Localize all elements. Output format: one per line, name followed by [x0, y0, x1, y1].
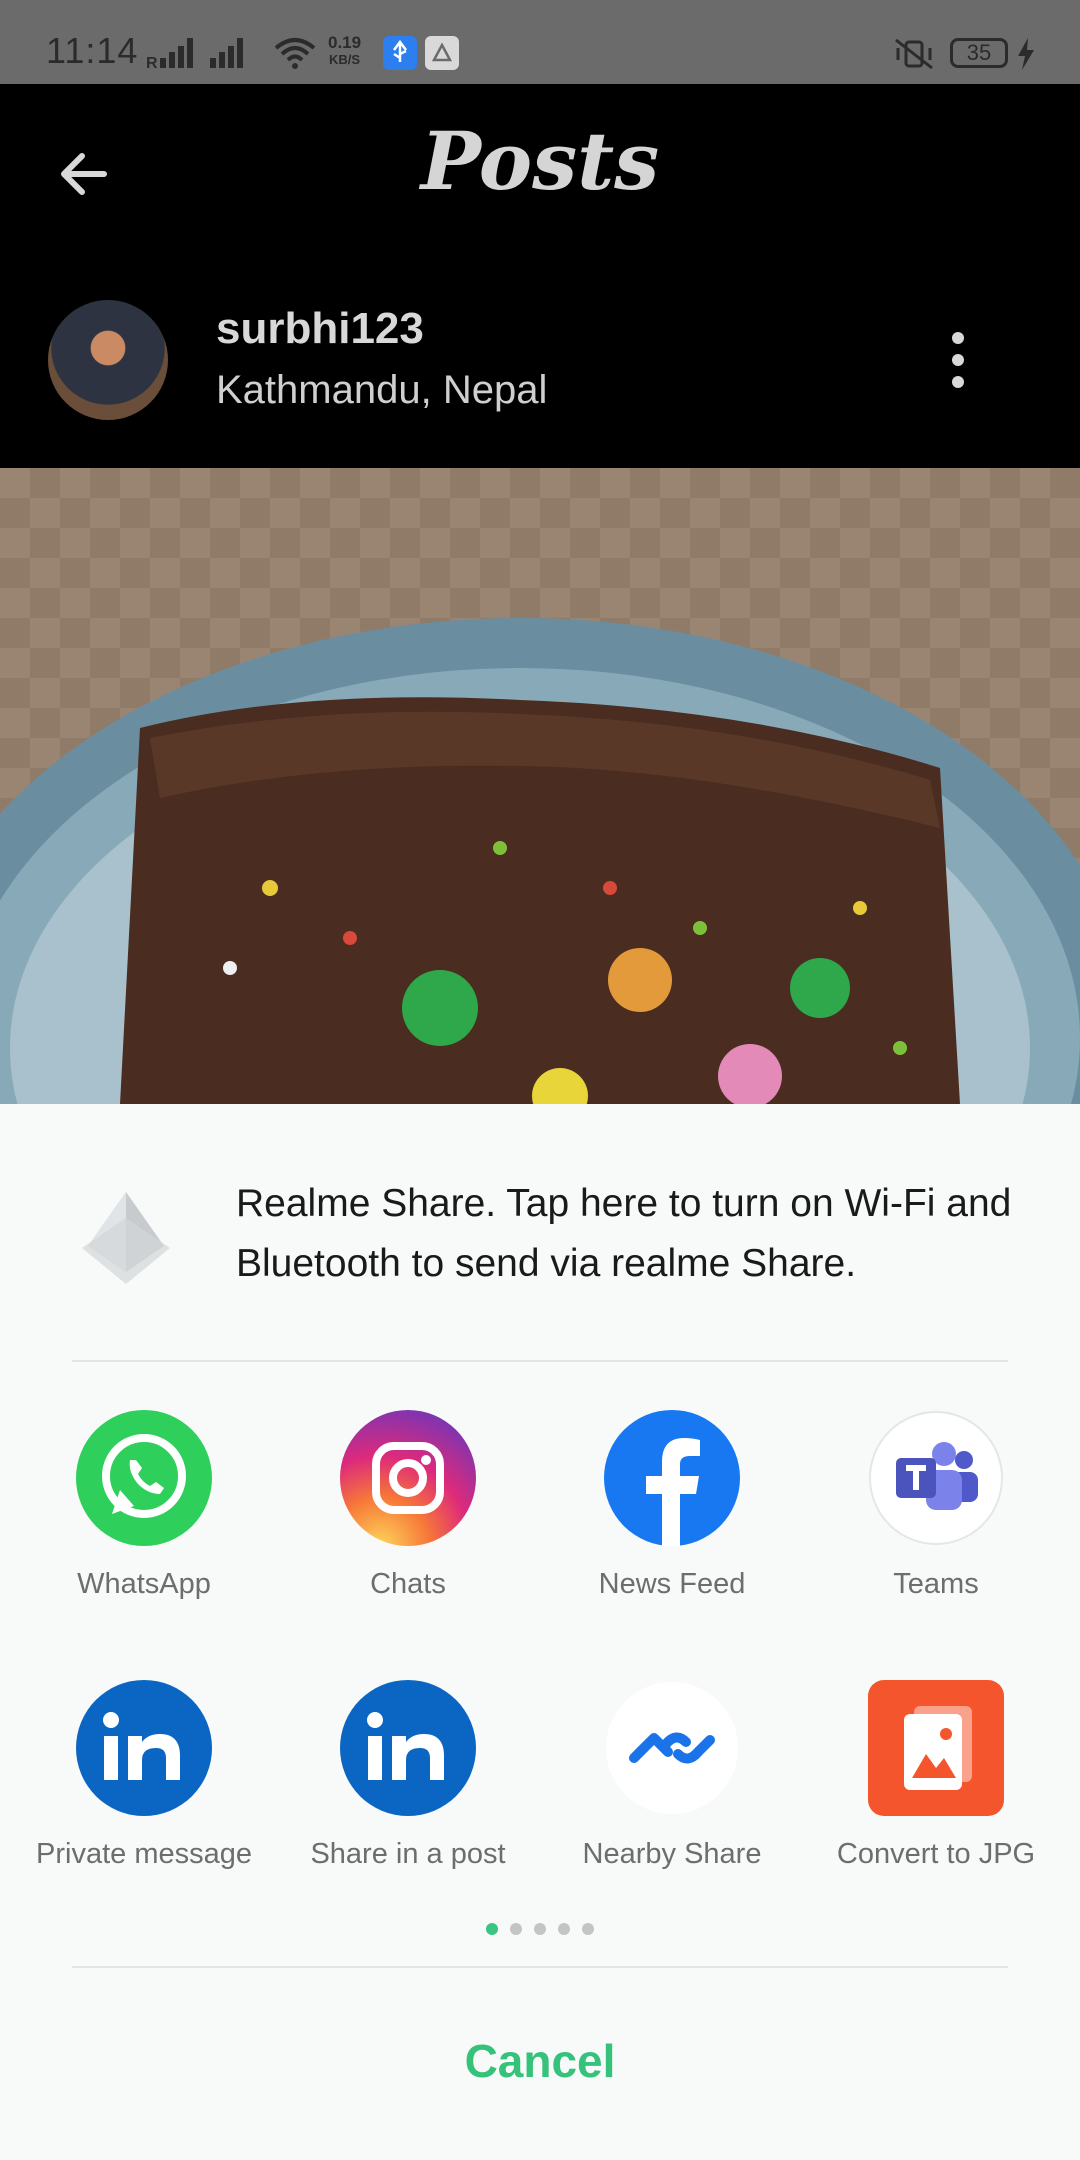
status-bar: 11:14 R 0.19 KB/S 35 [0, 0, 1080, 84]
page-title: Posts [420, 114, 660, 208]
page-dot [582, 1923, 594, 1935]
app-label: Share in a post [310, 1838, 506, 1870]
page-dot-active [486, 1923, 498, 1935]
status-time: 11:14 [46, 30, 139, 71]
app-label: News Feed [598, 1568, 746, 1600]
network-speed: 0.19 KB/S [328, 33, 362, 67]
drive-icon [425, 36, 459, 70]
share-linkedin-private-message[interactable]: Private message [12, 1680, 276, 1871]
share-instagram-chats[interactable]: Chats [276, 1410, 540, 1601]
app-label: Private message [36, 1838, 252, 1870]
divider [72, 1360, 1008, 1362]
whatsapp-icon [76, 1410, 212, 1546]
post-image [0, 468, 1080, 1104]
share-facebook-news-feed[interactable]: News Feed [540, 1410, 804, 1601]
cancel-button[interactable]: Cancel [0, 2034, 1080, 2088]
instagram-icon [340, 1410, 476, 1546]
more-options-icon[interactable] [946, 332, 970, 392]
post-header: Posts surbhi123 Kathmandu, Nepal [0, 84, 1080, 468]
share-convert-to-jpg[interactable]: Convert to JPG [804, 1680, 1068, 1871]
post-location: Kathmandu, Nepal [216, 368, 548, 412]
share-nearby-share[interactable]: Nearby Share [540, 1680, 804, 1871]
linkedin-icon [340, 1680, 476, 1816]
avatar[interactable] [48, 300, 168, 420]
post-username[interactable]: surbhi123 [216, 304, 424, 354]
charging-icon [1018, 38, 1034, 70]
app-label: Chats [370, 1568, 446, 1600]
share-whatsapp[interactable]: WhatsApp [12, 1410, 276, 1601]
app-label: WhatsApp [77, 1568, 211, 1600]
realme-share-icon [82, 1192, 170, 1284]
app-label: Teams [893, 1568, 979, 1600]
realme-share-text: Realme Share. Tap here to turn on Wi-Fi … [236, 1182, 1012, 1285]
page-dot [510, 1923, 522, 1935]
share-teams[interactable]: Teams [804, 1410, 1068, 1601]
app-label: Convert to JPG [836, 1838, 1036, 1870]
divider [72, 1966, 1008, 1968]
usb-icon [383, 36, 417, 70]
share-sheet: Realme Share. Tap here to turn on Wi-Fi … [0, 1104, 1080, 2160]
teams-icon [868, 1410, 1004, 1546]
app-label: Nearby Share [582, 1838, 762, 1870]
share-linkedin-post[interactable]: Share in a post [276, 1680, 540, 1871]
page-dot [534, 1923, 546, 1935]
signal-icon: R [146, 38, 243, 70]
page-indicator [0, 1922, 1080, 1940]
battery-indicator: 35 [950, 38, 1008, 68]
wifi-icon [274, 38, 316, 69]
convert-jpg-icon [868, 1680, 1004, 1816]
nearby-share-icon [604, 1680, 740, 1816]
linkedin-icon [76, 1680, 212, 1816]
facebook-icon [604, 1410, 740, 1546]
page-dot [558, 1923, 570, 1935]
svg-text:R: R [146, 55, 158, 70]
vibrate-icon [895, 38, 933, 70]
